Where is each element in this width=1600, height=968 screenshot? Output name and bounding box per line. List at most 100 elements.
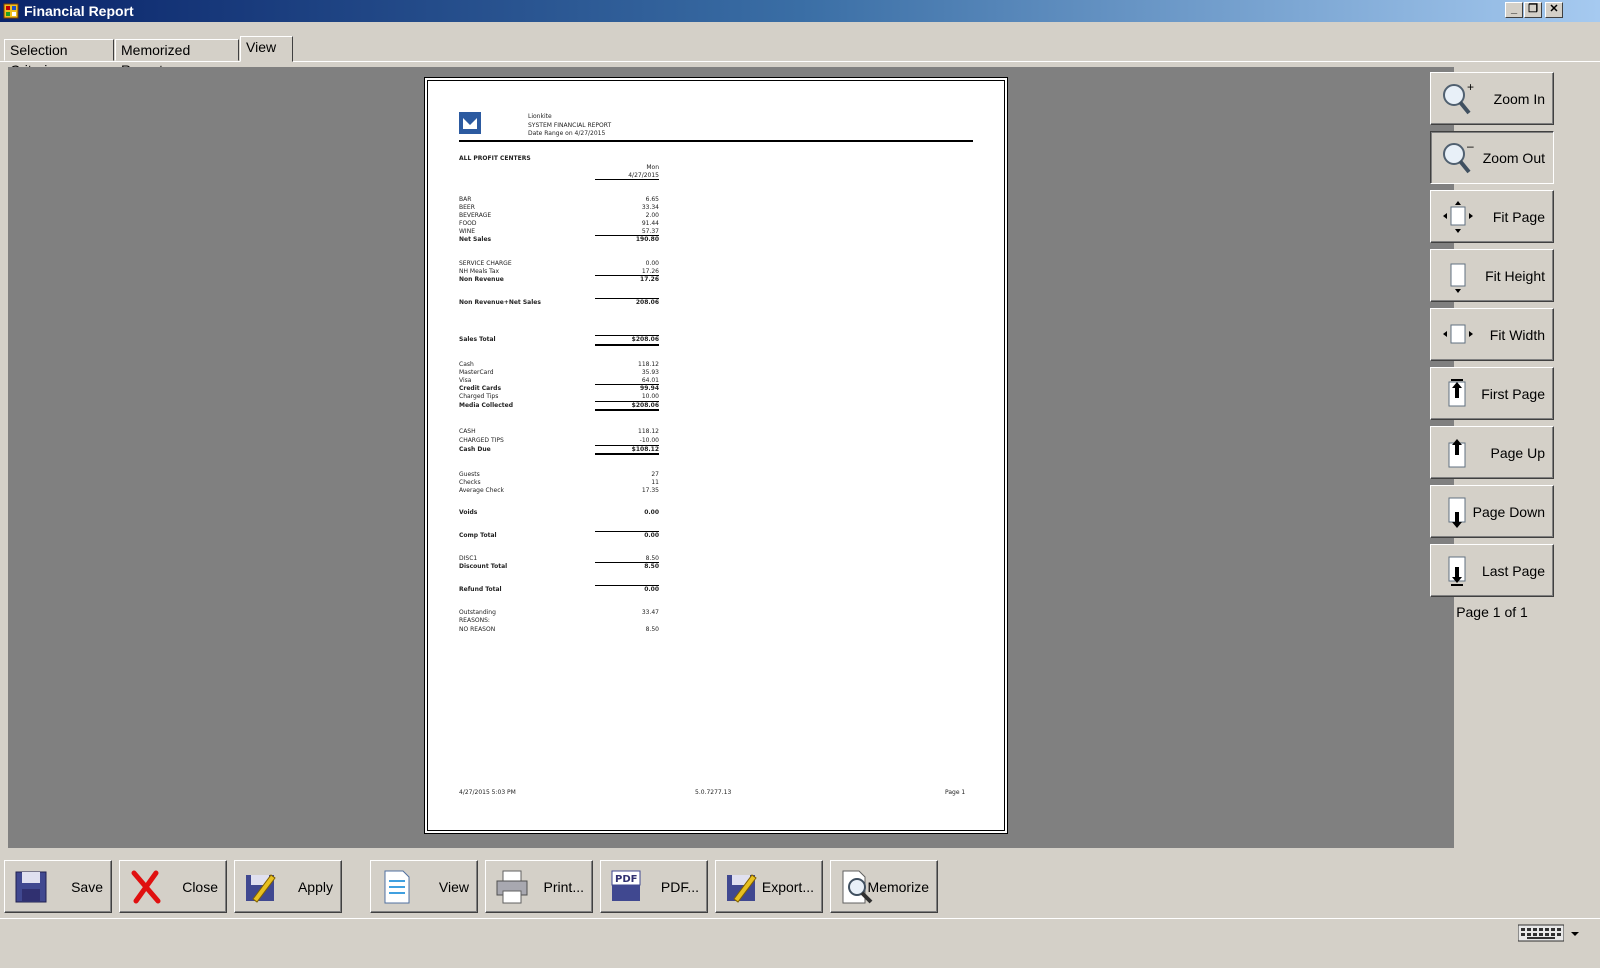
report-row-label: Media Collected (459, 402, 514, 409)
fit-height-icon (1450, 263, 1466, 293)
report-row-label: WINE (459, 228, 475, 235)
print-button[interactable]: Print... (485, 860, 593, 913)
report-row-label: NH Meals Tax (459, 268, 500, 275)
report-row-label: BEER (459, 204, 475, 211)
report-date-range: Date Range on 4/27/2015 (528, 130, 606, 137)
report-row-value: 0.00 (645, 260, 659, 267)
header-rule (459, 140, 973, 142)
page-indicator: Page 1 of 1 (1456, 604, 1528, 620)
tab-memorized-reports[interactable]: Memorized Reports (115, 39, 239, 78)
zoom-out-button[interactable]: – Zoom Out (1430, 131, 1554, 184)
total-rule (595, 445, 659, 446)
button-label: Fit Height (1485, 267, 1545, 284)
total-rule (595, 344, 659, 346)
fit-height-button[interactable]: Fit Height (1430, 249, 1554, 302)
report-row-value: 0.00 (644, 586, 659, 593)
tab-view[interactable]: View (240, 36, 293, 62)
report-page-border (427, 80, 1005, 831)
total-rule (595, 409, 659, 411)
report-row-value: 17.35 (641, 487, 659, 494)
report-row-label: Average Check (459, 487, 505, 494)
report-row-label: Guests (459, 471, 480, 478)
page-down-icon (1448, 497, 1466, 528)
footer-datetime: 4/27/2015 5:03 PM (459, 789, 516, 796)
report-row-label: Visa (459, 377, 472, 384)
report-row-value: 2.00 (645, 212, 659, 219)
button-label: Zoom Out (1482, 149, 1545, 166)
export-icon (727, 874, 757, 903)
report-row-value: 99.94 (640, 385, 659, 392)
pdf-icon: PDF (611, 870, 641, 901)
app-icon (3, 3, 19, 19)
page-down-button[interactable]: Page Down (1430, 485, 1554, 538)
total-rule (595, 384, 659, 385)
restore-button[interactable]: ❐ (1524, 2, 1542, 18)
button-label: Zoom In (1493, 90, 1545, 107)
tab-selection-criteria[interactable]: Selection Criteria (4, 39, 114, 78)
report-row-label: FOOD (459, 220, 477, 227)
keyboard-icon[interactable] (1518, 924, 1564, 942)
memorize-button[interactable]: Memorize (830, 860, 938, 913)
report-row-value: 33.34 (641, 204, 659, 211)
document-view-icon (384, 870, 410, 904)
report-row-value: 33.47 (641, 609, 659, 616)
report-row-label: Voids (459, 509, 478, 516)
total-rule (595, 562, 659, 563)
save-button[interactable]: Save (4, 860, 112, 913)
report-row-value: 91.44 (641, 220, 659, 227)
fit-page-icon (1443, 201, 1473, 233)
total-rule (595, 275, 659, 276)
report-row-label: Charged Tips (459, 393, 499, 400)
minimize-button[interactable]: _ (1505, 2, 1523, 18)
last-page-icon (1448, 556, 1466, 586)
first-page-button[interactable]: First Page (1430, 367, 1554, 420)
floppy-disk-icon (15, 871, 47, 903)
total-rule (595, 531, 659, 532)
footer-version: 5.0.7277.13 (695, 789, 732, 796)
report-row-label: BAR (459, 196, 472, 203)
total-rule (595, 235, 659, 236)
pdf-button[interactable]: PDF PDF... (600, 860, 708, 913)
button-label: Last Page (1481, 562, 1545, 579)
navigation-panel: + Zoom In – Zoom Out Fit Page Fit Height… (1430, 68, 1560, 848)
report-title: SYSTEM FINANCIAL REPORT (528, 122, 612, 129)
zoom-in-button[interactable]: + Zoom In (1430, 72, 1554, 125)
report-row-label: NO REASON (459, 626, 496, 633)
button-label: Print... (543, 878, 584, 895)
apply-button[interactable]: Apply (234, 860, 342, 913)
report-row-label: Credit Cards (459, 385, 502, 392)
report-row-value: 8.50 (645, 626, 659, 633)
fit-page-button[interactable]: Fit Page (1430, 190, 1554, 243)
footer-page: Page 1 (945, 789, 966, 796)
fit-width-button[interactable]: Fit Width (1430, 308, 1554, 361)
button-label: Close (182, 878, 218, 895)
button-label: First Page (1481, 385, 1545, 402)
chevron-down-icon[interactable] (1570, 930, 1580, 938)
report-row-value: 17.26 (640, 276, 659, 283)
report-row-value: 0.00 (644, 532, 659, 539)
report-row-label: REASONS: (459, 617, 490, 624)
report-row-label: Sales Total (459, 336, 496, 343)
report-row-label: MasterCard (459, 369, 494, 376)
close-button[interactable]: Close (119, 860, 227, 913)
report-row-label: Non Revenue (459, 276, 504, 283)
last-page-button[interactable]: Last Page (1430, 544, 1554, 597)
report-row-value: 208.06 (635, 299, 659, 306)
report-row-label: Refund Total (459, 586, 502, 593)
report-row-label: Comp Total (459, 532, 497, 539)
report-row-value: 0.00 (644, 509, 659, 516)
printer-icon (496, 870, 528, 904)
button-label: PDF... (660, 878, 699, 895)
view-button[interactable]: View (370, 860, 478, 913)
total-rule (595, 298, 659, 299)
svg-text:–: – (1467, 140, 1474, 153)
bottom-toolbar: Save Close Apply View Print... PDF PDF..… (0, 852, 1600, 918)
report-row-value: -10.00 (639, 437, 659, 444)
export-button[interactable]: Export... (715, 860, 823, 913)
page-up-button[interactable]: Page Up (1430, 426, 1554, 479)
report-row-label: Discount Total (459, 563, 508, 570)
close-window-button[interactable]: ✕ (1545, 2, 1563, 18)
close-icon: ✕ (1549, 3, 1559, 15)
button-label: Memorize (867, 878, 929, 895)
report-section: ALL PROFIT CENTERS (459, 155, 531, 162)
